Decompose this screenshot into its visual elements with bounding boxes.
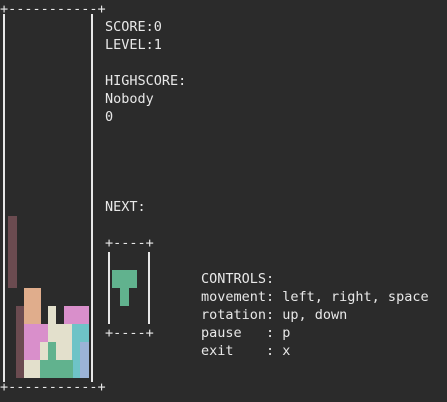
next-box-top: +----+ <box>105 235 154 251</box>
locked-block <box>40 360 65 378</box>
locked-block <box>64 306 89 324</box>
score-readout: SCORE:0 <box>105 19 162 35</box>
locked-block <box>72 324 89 342</box>
controls-pause: pause : p <box>201 325 291 341</box>
controls-title: CONTROLS: <box>201 271 275 287</box>
locked-block <box>24 360 41 378</box>
next-label: NEXT: <box>105 199 146 215</box>
next-piece <box>112 270 148 306</box>
controls-rotation: rotation: up, down <box>201 307 348 323</box>
locked-block <box>24 342 41 360</box>
playfield <box>0 0 100 402</box>
next-piece-block <box>120 288 129 306</box>
locked-block <box>24 324 49 342</box>
locked-block <box>48 342 56 360</box>
locked-block <box>80 342 89 378</box>
locked-block <box>24 288 41 324</box>
next-box-left-wall <box>108 252 110 324</box>
locked-block <box>16 306 24 378</box>
controls-exit: exit : x <box>201 343 291 359</box>
next-piece-block <box>112 270 137 288</box>
locked-block <box>8 216 17 288</box>
next-box-right-wall <box>148 252 150 324</box>
highscore-name: Nobody <box>105 91 154 107</box>
highscore-label: HIGHSCORE: <box>105 73 187 89</box>
highscore-value: 0 <box>105 109 114 125</box>
locked-block <box>64 360 73 378</box>
locked-block <box>48 324 65 342</box>
locked-block <box>48 306 56 324</box>
controls-movement: movement: left, right, space <box>201 289 429 305</box>
next-box-bottom: +----+ <box>105 325 154 341</box>
level-readout: LEVEL:1 <box>105 37 162 53</box>
